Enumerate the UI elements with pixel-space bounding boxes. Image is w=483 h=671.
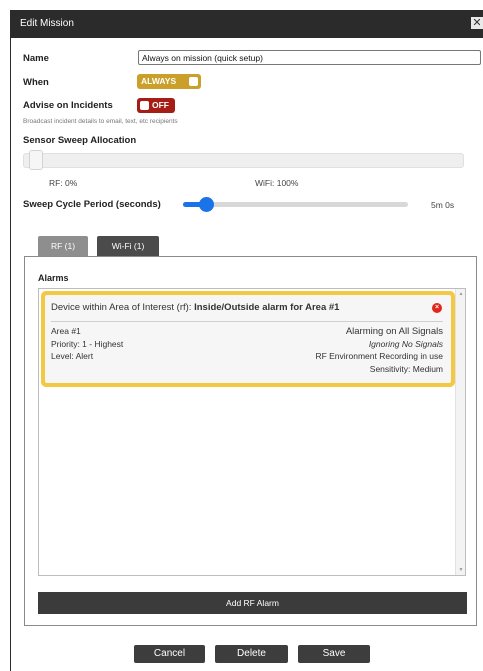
alarms-heading: Alarms — [38, 273, 69, 283]
alarm-title: Device within Area of Interest (rf): Ins… — [51, 302, 339, 313]
chevron-down-icon[interactable]: ▼ — [456, 567, 466, 573]
cycle-label: Sweep Cycle Period (seconds) — [23, 199, 161, 210]
alarm-list-scrollbar[interactable]: ▲ ▼ — [455, 289, 465, 575]
alarm-card-body: Device within Area of Interest (rf): Ins… — [45, 295, 451, 383]
advise-off-toggle[interactable]: OFF — [137, 98, 175, 113]
chevron-up-icon[interactable]: ▲ — [456, 291, 466, 297]
alarm-level: Level: Alert — [51, 351, 94, 361]
when-always-toggle[interactable]: ALWAYS — [137, 74, 201, 89]
toggle-knob — [189, 77, 198, 86]
cancel-button[interactable]: Cancel — [134, 645, 205, 663]
alarm-title-prefix: Device within Area of Interest (rf): — [51, 302, 195, 313]
alarm-ignoring: Ignoring No Signals — [368, 339, 443, 349]
alarm-signals: Alarming on All Signals — [345, 326, 443, 337]
tab-wifi[interactable]: Wi-Fi (1) — [97, 236, 159, 256]
sweep-wifi-text: WiFi: 100% — [255, 178, 299, 188]
add-rf-alarm-button[interactable]: Add RF Alarm — [38, 592, 467, 614]
advise-subtext: Broadcast incident details to email, tex… — [23, 118, 178, 125]
divider — [51, 321, 443, 322]
alarm-sensitivity: Sensitivity: Medium — [369, 364, 443, 374]
alarm-area: Area #1 — [51, 326, 81, 336]
close-icon[interactable]: ✕ — [471, 17, 483, 29]
sweep-rf-text: RF: 0% — [49, 178, 78, 188]
delete-button[interactable]: Delete — [215, 645, 288, 663]
cycle-track[interactable] — [183, 202, 408, 207]
alarm-priority: Priority: 1 - Highest — [51, 339, 124, 349]
alarm-card[interactable]: Device within Area of Interest (rf): Ins… — [41, 291, 455, 387]
cycle-slider-handle[interactable] — [198, 197, 214, 212]
alarm-title-name: Inside/Outside alarm for Area #1 — [194, 302, 340, 313]
name-field[interactable] — [138, 50, 481, 65]
name-label: Name — [23, 53, 49, 64]
cycle-value-text: 5m 0s — [431, 200, 455, 210]
alarm-recording: RF Environment Recording in use — [315, 351, 443, 361]
toggle-knob — [140, 101, 149, 110]
tab-rf[interactable]: RF (1) — [38, 236, 88, 256]
advise-toggle-text: OFF — [152, 100, 169, 110]
delete-circle-icon[interactable]: × — [432, 303, 442, 313]
sweep-allocation-handle[interactable] — [29, 150, 43, 170]
when-toggle-text: ALWAYS — [141, 76, 177, 86]
when-label: When — [23, 77, 49, 88]
sweep-label: Sensor Sweep Allocation — [23, 135, 137, 146]
title-bar: Edit Mission — [11, 10, 483, 38]
save-button[interactable]: Save — [298, 645, 370, 663]
advise-label: Advise on Incidents — [23, 100, 113, 111]
sweep-allocation-track[interactable] — [23, 153, 464, 168]
dialog-title: Edit Mission — [20, 18, 74, 29]
